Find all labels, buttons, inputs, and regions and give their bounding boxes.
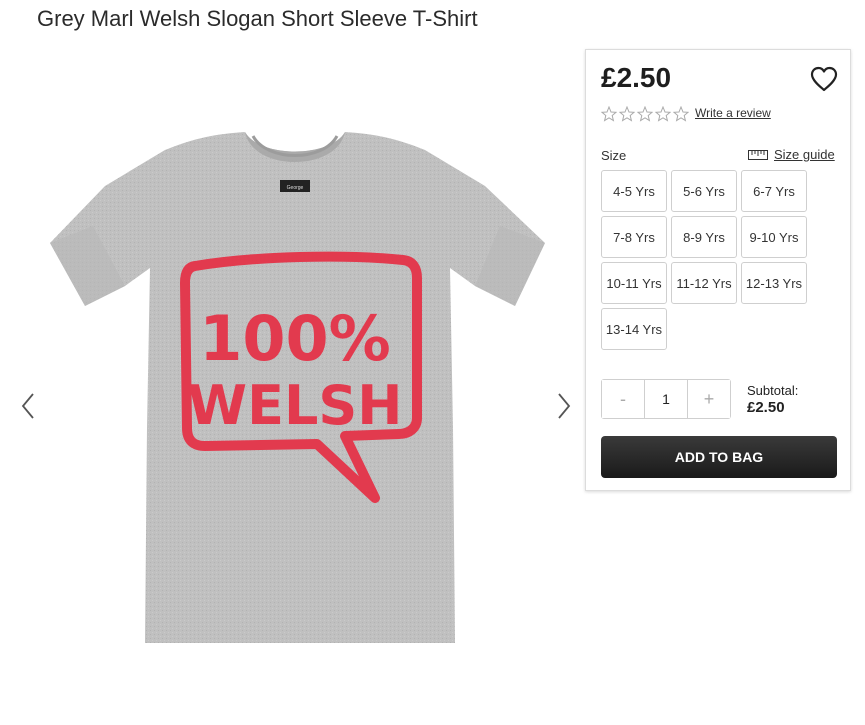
purchase-panel: £2.50 Write a review Size Size guide 4-5…: [585, 49, 851, 491]
quantity-decrease-button[interactable]: -: [602, 380, 644, 418]
size-option[interactable]: 13-14 Yrs: [601, 308, 667, 350]
size-option[interactable]: 10-11 Yrs: [601, 262, 667, 304]
size-option[interactable]: 11-12 Yrs: [671, 262, 737, 304]
product-gallery: George 100% WELSH: [0, 50, 585, 725]
quantity-stepper: - +: [601, 379, 731, 419]
product-title: Grey Marl Welsh Slogan Short Sleeve T-Sh…: [37, 6, 478, 31]
product-price: £2.50: [601, 62, 672, 93]
size-option[interactable]: 5-6 Yrs: [671, 170, 737, 212]
star-icon: [601, 106, 617, 122]
size-option[interactable]: 8-9 Yrs: [671, 216, 737, 258]
size-option[interactable]: 6-7 Yrs: [741, 170, 807, 212]
subtotal-value: £2.50: [747, 399, 785, 416]
neck-label-text: George: [287, 185, 304, 191]
add-to-bag-button[interactable]: ADD TO BAG: [601, 436, 837, 478]
slogan-line2: WELSH: [188, 374, 403, 437]
size-option[interactable]: 12-13 Yrs: [741, 262, 807, 304]
size-guide-link[interactable]: Size guide: [748, 147, 835, 162]
subtotal: Subtotal: £2.50: [747, 382, 798, 416]
ruler-icon: [748, 149, 768, 160]
write-review-link[interactable]: Write a review: [695, 106, 771, 120]
chevron-left-icon[interactable]: [18, 390, 38, 422]
size-option[interactable]: 9-10 Yrs: [741, 216, 807, 258]
chevron-right-icon[interactable]: [554, 390, 574, 422]
star-icon: [673, 106, 689, 122]
size-guide-label: Size guide: [774, 147, 835, 162]
star-icon: [619, 106, 635, 122]
size-option[interactable]: 7-8 Yrs: [601, 216, 667, 258]
product-image: George 100% WELSH: [50, 132, 545, 643]
size-label: Size: [601, 148, 627, 163]
quantity-increase-button[interactable]: +: [688, 380, 730, 418]
subtotal-label: Subtotal:: [747, 383, 799, 398]
quantity-input[interactable]: [644, 380, 688, 418]
star-icon: [637, 106, 653, 122]
star-icon: [655, 106, 671, 122]
size-option[interactable]: 4-5 Yrs: [601, 170, 667, 212]
size-options: 4-5 Yrs 5-6 Yrs 6-7 Yrs 7-8 Yrs 8-9 Yrs …: [601, 170, 841, 350]
heart-icon[interactable]: [810, 66, 838, 92]
rating-stars: [601, 106, 689, 122]
slogan-line1: 100%: [199, 302, 391, 375]
